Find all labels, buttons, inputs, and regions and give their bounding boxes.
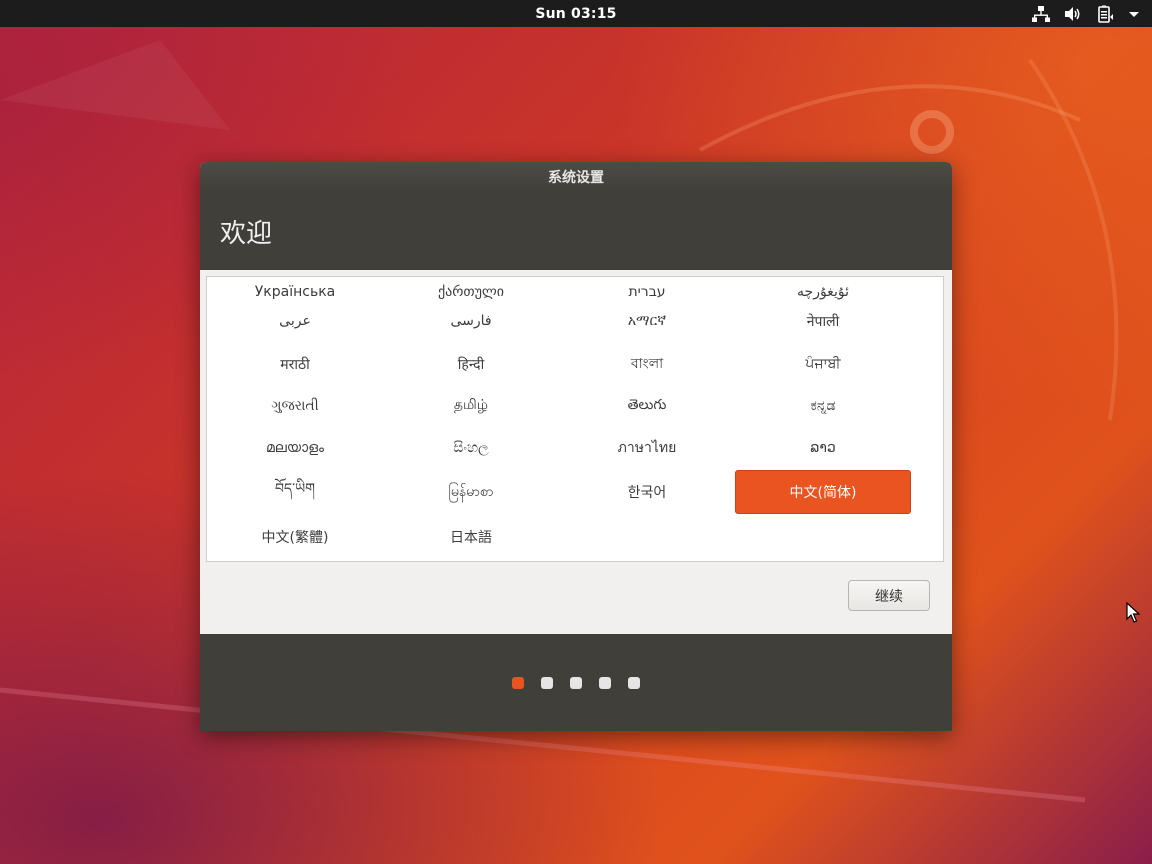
language-option[interactable]: မြန်မာစာ: [383, 470, 559, 514]
page-indicator: [200, 634, 952, 731]
language-option[interactable]: മലയാളം: [207, 426, 383, 470]
battery-icon[interactable]: [1096, 5, 1114, 23]
language-option[interactable]: ਪੰਜਾਬੀ: [735, 342, 911, 386]
page-dot[interactable]: [512, 676, 524, 689]
language-option[interactable]: فارسی: [383, 299, 559, 343]
language-option[interactable]: नेपाली: [735, 299, 911, 343]
welcome-dialog: 系统设置 欢迎 Українська ქართული עברית ئۇيغۇرچە عر…: [200, 162, 952, 731]
page-dot[interactable]: [570, 676, 582, 689]
page-dot[interactable]: [599, 676, 611, 689]
continue-button[interactable]: 继续: [848, 580, 930, 611]
system-menu-arrow-icon[interactable]: [1128, 8, 1140, 20]
language-option[interactable]: 日本語: [383, 515, 559, 559]
language-option[interactable]: አማርኛ: [559, 299, 735, 343]
language-option[interactable]: ಕನ್ನಡ: [735, 384, 911, 428]
dialog-titlebar[interactable]: 系统设置: [200, 162, 952, 192]
clock[interactable]: Sun 03:15: [535, 6, 616, 22]
page-dot[interactable]: [541, 676, 553, 689]
language-option[interactable]: ગુજરાતી: [207, 384, 383, 428]
network-icon[interactable]: [1032, 5, 1050, 23]
volume-icon[interactable]: [1064, 5, 1082, 23]
language-option[interactable]: සිංහල: [383, 426, 559, 470]
language-option[interactable]: 中文(繁體): [207, 515, 383, 559]
language-list[interactable]: Українська ქართული עברית ئۇيغۇرچە عربى فارسی አ…: [206, 276, 944, 562]
language-option[interactable]: हिन्दी: [383, 342, 559, 386]
system-tray[interactable]: [1032, 0, 1140, 27]
dialog-title: 系统设置: [548, 170, 604, 186]
top-panel: Sun 03:15: [0, 0, 1152, 27]
language-option[interactable]: मराठी: [207, 342, 383, 386]
page-dot[interactable]: [628, 676, 640, 689]
language-option-selected[interactable]: 中文(简体): [735, 470, 911, 514]
language-option[interactable]: বাংলা: [559, 342, 735, 386]
dialog-header: 欢迎: [200, 192, 952, 270]
language-option[interactable]: தமிழ்: [383, 384, 559, 428]
language-option[interactable]: བོད་ཡིག: [207, 470, 383, 514]
language-option[interactable]: ภาษาไทย: [559, 426, 735, 470]
page-heading: 欢迎: [220, 218, 273, 249]
language-option[interactable]: 한국어: [559, 470, 735, 514]
language-option[interactable]: తెలుగు: [559, 384, 735, 428]
language-option[interactable]: عربى: [207, 299, 383, 343]
language-option[interactable]: ລາວ: [735, 426, 911, 470]
mouse-cursor-icon: [1126, 601, 1141, 628]
